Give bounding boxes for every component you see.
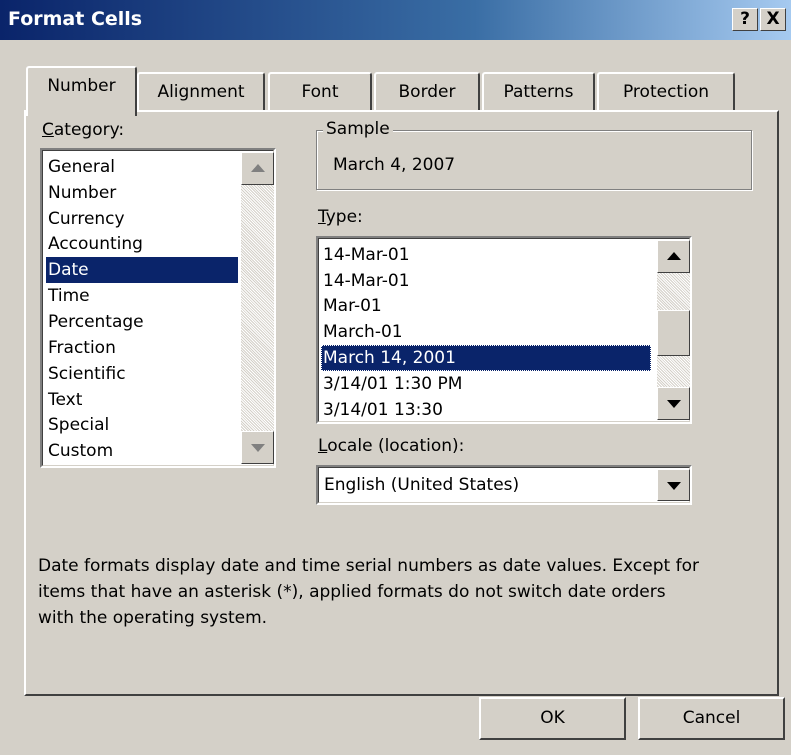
tab-protection[interactable]: Protection [597,72,735,112]
cancel-button[interactable]: Cancel [638,697,785,740]
tab-border[interactable]: Border [374,72,480,112]
title-bar[interactable]: Format Cells ? X [0,0,791,40]
tab-alignment[interactable]: Alignment [137,72,265,112]
list-item[interactable]: Number [46,180,116,206]
list-item[interactable]: Percentage [46,309,144,335]
window-title: Format Cells [8,8,143,30]
locale-combobox[interactable]: English (United States) [316,465,692,505]
list-item[interactable]: 14-Mar-01 [321,242,410,268]
tab-number[interactable]: Number [26,66,137,116]
list-item[interactable]: 3/14/01 1:30 PM [321,371,462,397]
tab-patterns[interactable]: Patterns [482,72,595,112]
list-item[interactable]: Scientific [46,361,126,387]
description-line: items that have an asterisk (*), applied… [38,582,666,602]
scroll-up-arrow-icon[interactable] [657,240,690,273]
list-item[interactable]: March-01 [321,319,403,345]
scroll-down-arrow-icon[interactable] [657,387,690,420]
type-listbox[interactable]: 14-Mar-01 14-Mar-01 Mar-01 March-01 Marc… [316,236,692,424]
list-item[interactable]: Custom [46,438,113,464]
tab-font[interactable]: Font [268,72,372,112]
help-button[interactable]: ? [732,8,758,31]
locale-label: Locale (location): [318,436,465,456]
list-item[interactable]: 14-Mar-01 [321,268,410,294]
description-line: Date formats display date and time seria… [38,556,699,576]
close-button[interactable]: X [760,8,786,31]
ok-button[interactable]: OK [479,697,626,740]
category-label: Category: [42,120,125,140]
tab-label: Number [47,76,116,96]
list-item[interactable]: 3/14/01 13:30 [321,397,443,423]
list-item-selected[interactable]: March 14, 2001 [321,345,651,371]
tab-label: Patterns [503,82,574,102]
tab-label: Alignment [157,82,245,102]
dropdown-arrow-icon[interactable] [657,469,690,501]
description: Date formats display date and time seria… [38,553,778,631]
list-item-selected[interactable]: Date [46,257,238,283]
list-item[interactable]: Accounting [46,231,143,257]
sample-value: March 4, 2007 [333,155,456,175]
list-item[interactable]: General [46,154,115,180]
sample-label: Sample [323,119,393,139]
description-line: with the operating system. [38,608,268,628]
list-item[interactable]: Text [46,387,82,413]
locale-value: English (United States) [324,475,520,495]
tab-label: Font [301,82,339,102]
tab-label: Protection [622,82,709,102]
scroll-thumb[interactable] [657,310,690,356]
list-item[interactable]: Currency [46,206,125,232]
category-scrollbar[interactable] [241,152,274,464]
list-item[interactable]: Time [46,283,90,309]
list-item[interactable]: Fraction [46,335,116,361]
scroll-up-arrow-icon[interactable] [241,152,274,185]
list-item[interactable]: Mar-01 [321,293,382,319]
type-scrollbar[interactable] [657,240,690,420]
scroll-down-arrow-icon[interactable] [241,431,274,464]
list-item[interactable]: Special [46,412,109,438]
category-listbox[interactable]: General Number Currency Accounting Date … [40,148,276,468]
type-label: Type: [318,207,363,227]
tab-label: Border [398,82,456,102]
